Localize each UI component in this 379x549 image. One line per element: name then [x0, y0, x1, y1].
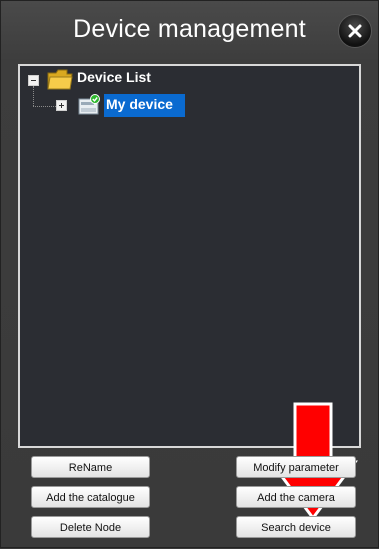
rename-button[interactable]: ReName: [31, 456, 150, 478]
dialog-title: Device management: [73, 15, 306, 43]
close-button[interactable]: [338, 14, 372, 48]
add-catalogue-button[interactable]: Add the catalogue: [31, 486, 150, 508]
folder-icon: [47, 69, 73, 90]
delete-node-button[interactable]: Delete Node: [31, 516, 150, 538]
search-device-button[interactable]: Search device: [236, 516, 356, 538]
add-camera-button[interactable]: Add the camera: [236, 486, 356, 508]
device-tree[interactable]: Device List My device: [18, 64, 361, 520]
action-button-area: ReName Add the catalogue Delete Node Mod…: [18, 448, 361, 549]
device-online-icon: [78, 94, 100, 115]
tree-node-my-device[interactable]: My device: [104, 94, 185, 117]
expand-device-toggle[interactable]: [56, 100, 67, 111]
close-icon: [348, 24, 362, 38]
modify-parameter-button[interactable]: Modify parameter: [236, 456, 356, 478]
collapse-root-toggle[interactable]: [28, 75, 39, 86]
tree-connector-line: [33, 86, 34, 106]
device-management-dialog: Device management Device List My device …: [0, 0, 379, 548]
tree-node-label: My device: [106, 96, 173, 112]
tree-root-label[interactable]: Device List: [77, 69, 151, 85]
tree-connector-line: [33, 106, 58, 107]
